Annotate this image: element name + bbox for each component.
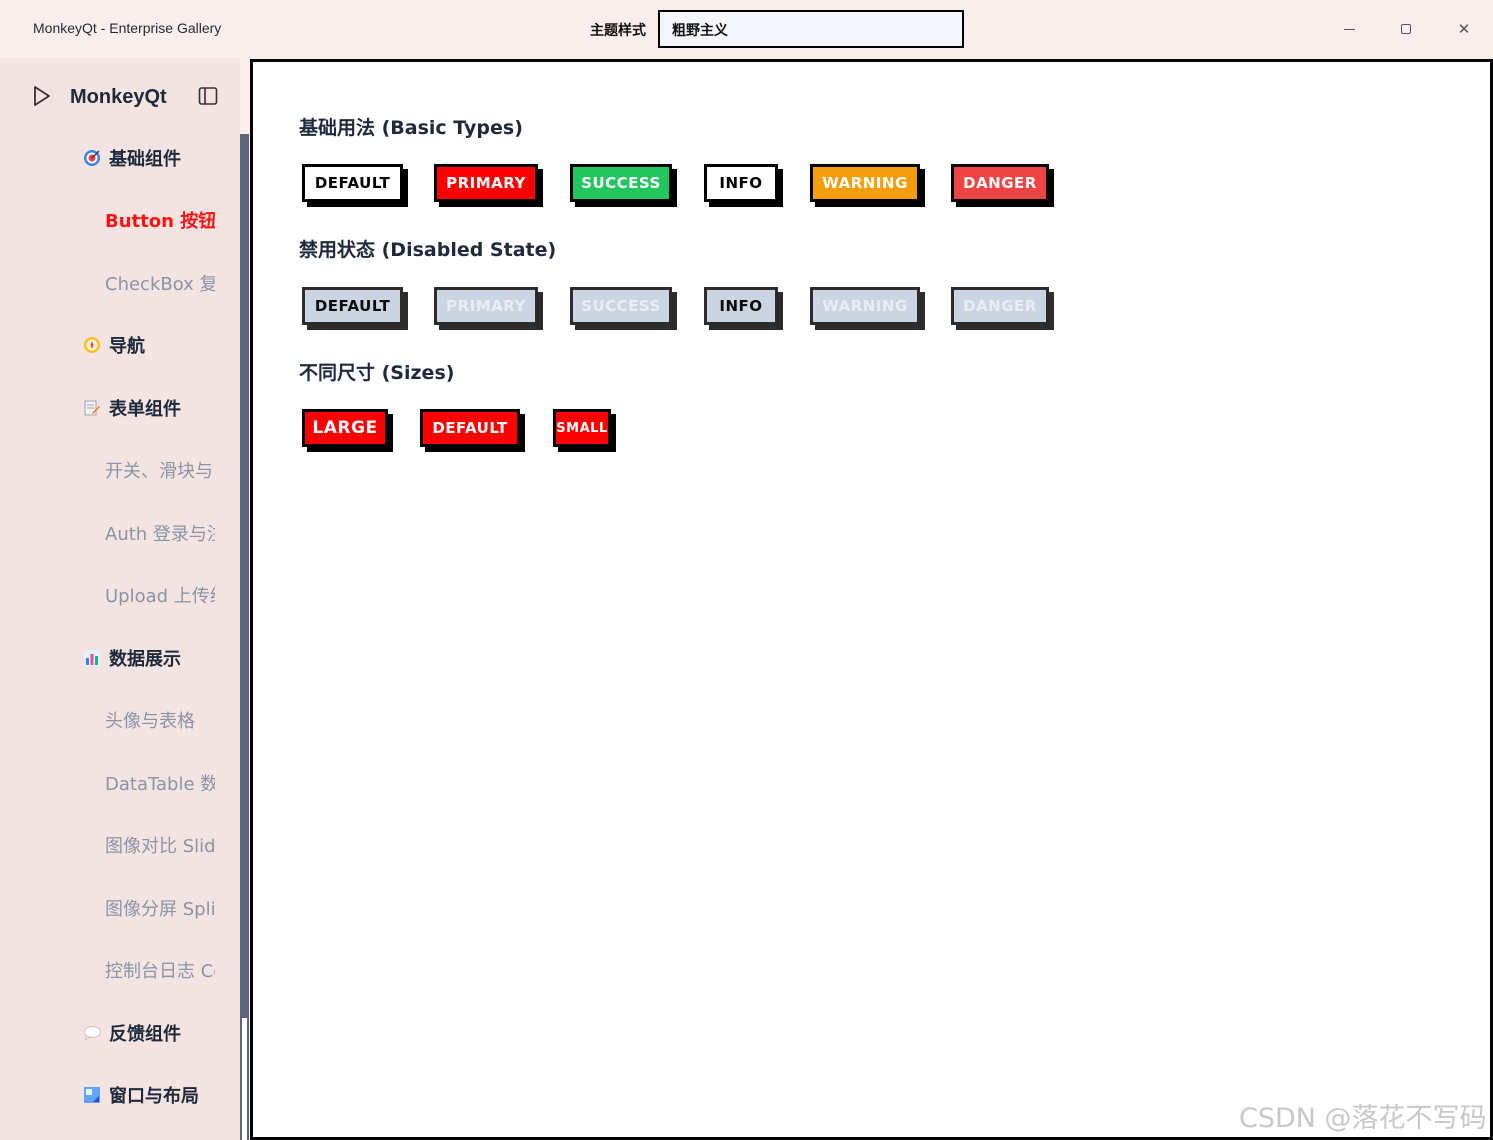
sidebar-subitem[interactable]: Auth 登录与注: [0, 513, 240, 553]
sidebar-scrollbar[interactable]: [240, 134, 249, 1140]
sidebar-group[interactable]: 表单组件: [0, 388, 240, 428]
sidebar-item-label: 表单组件: [109, 399, 181, 420]
sidebar: MonkeyQt 基础组件 Button 按钮 CheckBox 复选导航表单组件开…: [0, 58, 240, 1140]
section-title-disabled: 禁用状态 (Disabled State): [299, 239, 557, 261]
section-title-basic: 基础用法 (Basic Types): [299, 117, 523, 139]
sidebar-group[interactable]: 窗口与布局: [0, 1075, 240, 1115]
window-title: MonkeyQt - Enterprise Gallery: [33, 20, 222, 36]
sidebar-item-label: DataTable 数据: [105, 774, 215, 795]
info-button[interactable]: INFO: [704, 164, 778, 202]
sidebar-item-label: 反馈组件: [109, 1024, 181, 1045]
sidebar-subitem[interactable]: Upload 上传组: [0, 575, 240, 615]
theme-style-label: 主题样式: [590, 23, 646, 39]
warning-button[interactable]: WARNING: [810, 164, 920, 202]
section-title-sizes: 不同尺寸 (Sizes): [299, 362, 455, 384]
size-default-button[interactable]: DEFAULT: [420, 409, 520, 447]
speech-bubble-icon: [82, 1023, 102, 1043]
sidebar-item-label: CheckBox 复选: [105, 274, 215, 295]
size-large-button[interactable]: LARGE: [302, 409, 388, 447]
close-button[interactable]: ✕: [1449, 14, 1479, 44]
compass-icon: [82, 335, 102, 355]
disabled-info-button: INFO: [704, 287, 778, 325]
sidebar-item-label: 控制台日志 Co: [105, 961, 215, 982]
sidebar-subitem[interactable]: 图像对比 Slide: [0, 825, 240, 865]
sidebar-group[interactable]: 数据展示: [0, 638, 240, 678]
maximize-button[interactable]: [1391, 14, 1421, 44]
disabled-success-button: SUCCESS: [570, 287, 672, 325]
sidebar-item-label: 导航: [109, 336, 145, 357]
sidebar-group[interactable]: 导航: [0, 325, 240, 365]
theme-style-select[interactable]: 粗野主义: [658, 10, 964, 48]
bar-chart-icon: [82, 648, 102, 668]
title-bar: MonkeyQt - Enterprise Gallery 主题样式 粗野主义 …: [0, 0, 1493, 58]
disabled-warning-button: WARNING: [810, 287, 920, 325]
minimize-icon: [1343, 28, 1355, 30]
minimize-button[interactable]: [1334, 14, 1364, 44]
success-button[interactable]: SUCCESS: [570, 164, 672, 202]
sidebar-group[interactable]: 反馈组件: [0, 1013, 240, 1053]
sidebar-group[interactable]: 基础组件: [0, 138, 240, 178]
watermark: CSDN @落花不写码: [1239, 1103, 1487, 1134]
form-edit-icon: [82, 398, 102, 418]
sidebar-item-label: 图像分屏 Split: [105, 899, 215, 920]
sidebar-item-label: Auth 登录与注: [105, 524, 215, 545]
sidebar-item-label: 头像与表格: [105, 711, 195, 732]
target-icon: [82, 148, 102, 168]
disabled-primary-button: PRIMARY: [434, 287, 538, 325]
sidebar-subitem[interactable]: Button 按钮: [0, 200, 240, 240]
sidebar-subitem[interactable]: CheckBox 复选: [0, 263, 240, 303]
sidebar-item-label: 开关、滑块与日: [105, 461, 215, 482]
sidebar-subitem[interactable]: 开关、滑块与日: [0, 450, 240, 490]
sidebar-subitem[interactable]: 控制台日志 Co: [0, 950, 240, 990]
brand-title: MonkeyQt: [70, 86, 167, 108]
sidebar-item-label: 基础组件: [109, 149, 181, 170]
primary-button[interactable]: PRIMARY: [434, 164, 538, 202]
maximize-icon: [1401, 24, 1411, 34]
main-panel: 基础用法 (Basic Types) DEFAULT PRIMARY SUCCESS…: [250, 59, 1493, 1140]
sidebar-collapse-icon[interactable]: [198, 86, 218, 106]
sidebar-subitem[interactable]: DataTable 数据: [0, 763, 240, 803]
danger-button[interactable]: DANGER: [951, 164, 1049, 202]
sidebar-subitem[interactable]: 头像与表格: [0, 700, 240, 740]
play-icon[interactable]: [31, 85, 53, 107]
sidebar-scroll-thumb[interactable]: [242, 1018, 247, 1140]
sidebar-item-label: 图像对比 Slide: [105, 836, 215, 857]
disabled-default-button: DEFAULT: [302, 287, 403, 325]
default-button[interactable]: DEFAULT: [302, 164, 403, 202]
sidebar-item-label: Upload 上传组: [105, 586, 215, 607]
sidebar-item-label: 窗口与布局: [109, 1086, 199, 1107]
close-icon: ✕: [1457, 20, 1471, 38]
sidebar-subitem[interactable]: 图像分屏 Split: [0, 888, 240, 928]
size-small-button[interactable]: SMALL: [553, 409, 611, 447]
disabled-danger-button: DANGER: [951, 287, 1049, 325]
sidebar-item-label: Button 按钮: [105, 211, 215, 232]
sidebar-item-label: 数据展示: [109, 649, 181, 670]
window-layout-icon: [82, 1085, 102, 1105]
